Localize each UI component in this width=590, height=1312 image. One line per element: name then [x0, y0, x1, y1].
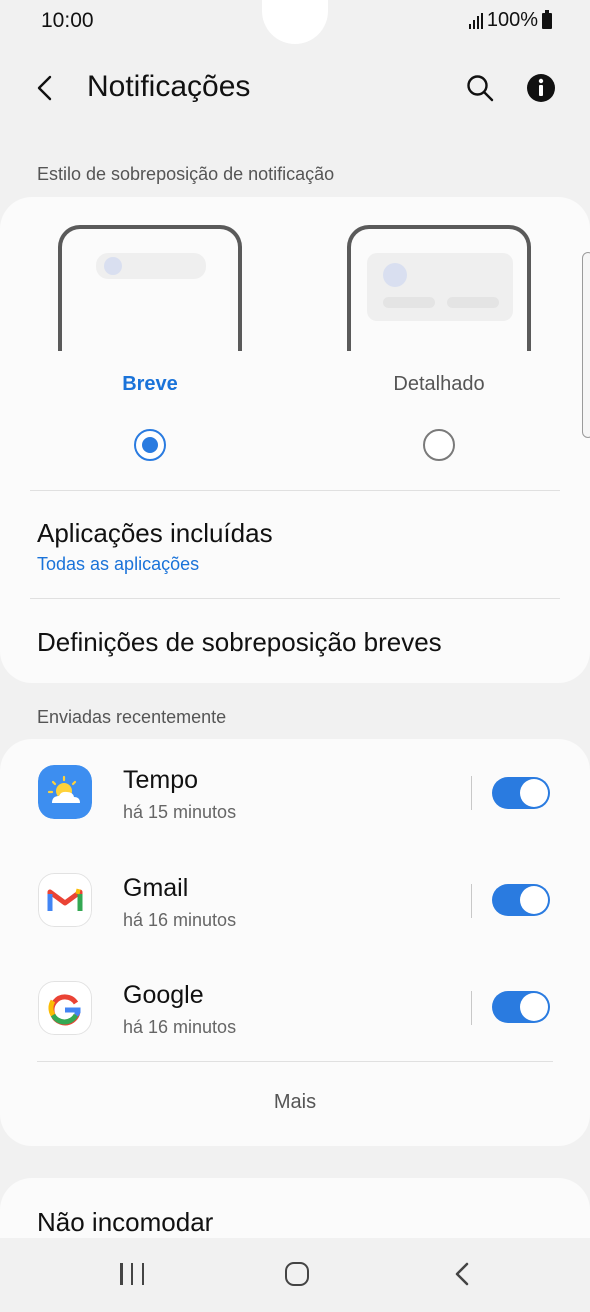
radio-brief[interactable] — [134, 429, 166, 461]
separator — [471, 991, 472, 1025]
back-icon[interactable] — [452, 1260, 472, 1288]
navigation-bar — [0, 1238, 590, 1312]
brief-style-preview[interactable] — [58, 225, 242, 351]
toggle-tempo[interactable] — [492, 777, 550, 809]
app-name: Tempo — [123, 766, 199, 794]
detailed-preview-bar — [447, 297, 499, 308]
toggle-gmail[interactable] — [492, 884, 550, 916]
separator — [471, 884, 472, 918]
google-icon — [38, 981, 92, 1035]
divider — [30, 598, 560, 599]
weather-icon — [38, 765, 92, 819]
camera-notch — [262, 0, 328, 44]
status-indicators: 100% — [468, 9, 552, 32]
radio-detailed[interactable] — [423, 429, 455, 461]
app-time: há 16 minutos — [123, 910, 237, 930]
divider — [37, 1061, 553, 1062]
app-bar: Notificações — [0, 56, 590, 120]
scrollbar[interactable] — [582, 252, 590, 438]
back-arrow-icon[interactable] — [30, 72, 62, 104]
app-time: há 15 minutos — [123, 802, 237, 822]
signal-icon — [468, 12, 483, 29]
info-icon[interactable] — [525, 72, 557, 104]
more-button[interactable]: Mais — [0, 1091, 590, 1114]
recents-icon[interactable] — [120, 1263, 144, 1285]
battery-icon — [542, 9, 552, 29]
battery-percentage: 100% — [486, 9, 538, 31]
included-apps-subtitle: Todas as aplicações — [37, 554, 200, 574]
search-icon[interactable] — [464, 72, 496, 104]
toggle-google[interactable] — [492, 991, 550, 1023]
status-bar: 10:00 100% — [0, 0, 590, 44]
brief-preview-dot — [104, 257, 122, 275]
detailed-style-preview[interactable] — [347, 225, 531, 351]
option-label-brief[interactable]: Breve — [50, 373, 250, 396]
divider — [30, 490, 560, 491]
page-title: Notificações — [87, 70, 251, 103]
gmail-icon — [38, 873, 92, 927]
separator — [471, 776, 472, 810]
detailed-preview-bar — [383, 297, 435, 308]
brief-settings-row[interactable]: Definições de sobreposição breves — [37, 627, 442, 658]
do-not-disturb-row[interactable]: Não incomodar — [37, 1207, 213, 1238]
recent-section-label: Enviadas recentemente — [37, 707, 227, 727]
status-time: 10:00 — [41, 9, 94, 32]
overlay-style-section-label: Estilo de sobreposição de notificação — [37, 164, 335, 184]
option-label-detailed[interactable]: Detalhado — [339, 373, 539, 396]
recent-apps-card: Tempo há 15 minutos Gmail há 16 minutos — [0, 739, 590, 1146]
app-name: Gmail — [123, 874, 189, 902]
app-time: há 16 minutos — [123, 1017, 237, 1037]
phone-screen: 10:00 100% Notificações Estilo de sobrep… — [0, 0, 590, 1312]
app-name: Google — [123, 981, 204, 1009]
detailed-preview-dot — [383, 263, 407, 287]
included-apps-title: Aplicações incluídas — [37, 518, 273, 548]
home-icon[interactable] — [285, 1262, 309, 1286]
overlay-style-card: Breve Detalhado Aplicações incluídas Tod… — [0, 197, 590, 683]
